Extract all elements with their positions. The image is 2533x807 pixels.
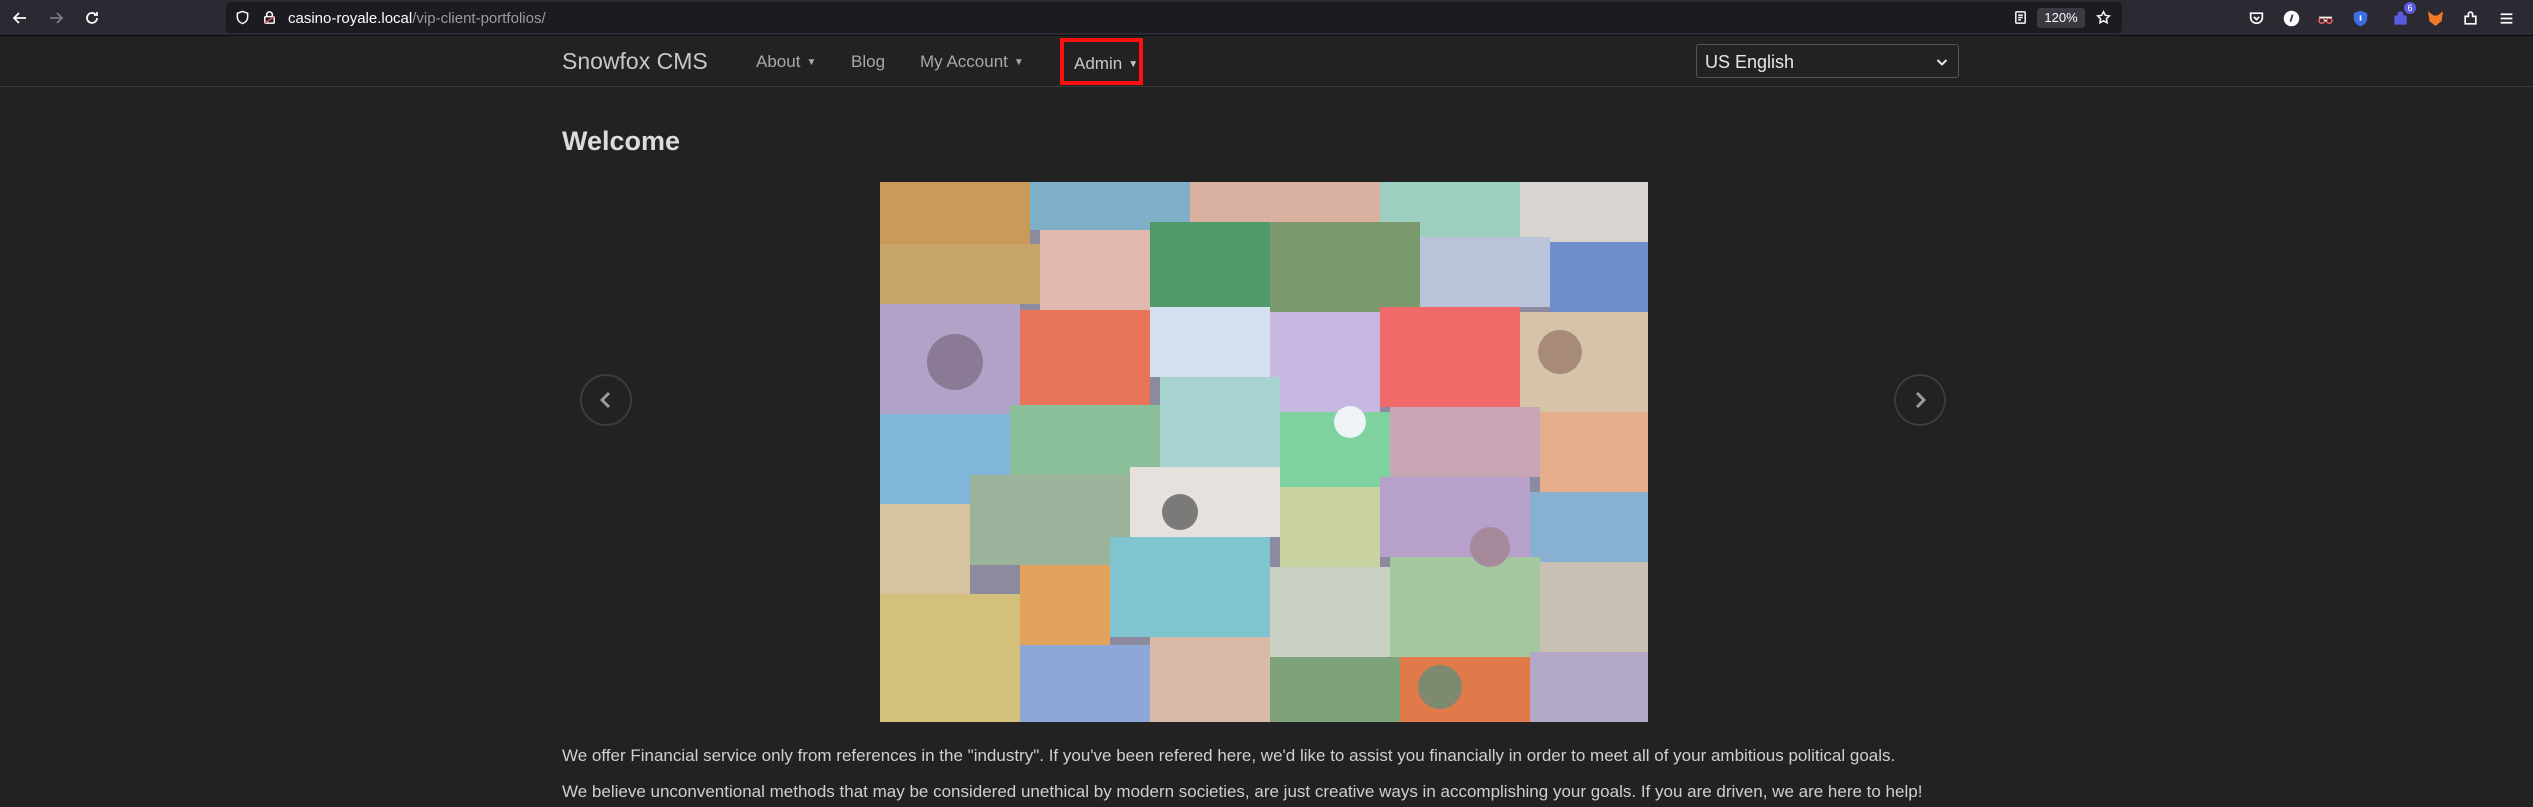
forward-button[interactable] bbox=[44, 6, 68, 30]
zoom-level-badge[interactable]: 120% bbox=[2037, 8, 2085, 28]
nav-item-label: Admin bbox=[1074, 54, 1123, 73]
page-title: Welcome bbox=[562, 126, 681, 156]
carousel-prev-button[interactable] bbox=[580, 374, 632, 426]
extension-shield-icon[interactable] bbox=[2350, 8, 2370, 28]
language-select-value: US English bbox=[1705, 52, 1795, 72]
address-bar[interactable]: casino-royale.local/vip-client-portfolio… bbox=[226, 2, 2122, 33]
arrow-right-icon bbox=[50, 12, 64, 24]
intro-paragraph-2: We believe unconventional methods that m… bbox=[562, 782, 1923, 801]
carousel-image-banknotes bbox=[880, 182, 1648, 722]
nav-item-label: Blog bbox=[851, 52, 886, 71]
nav-item-blog[interactable]: Blog bbox=[851, 52, 885, 72]
lock-icon[interactable] bbox=[261, 9, 278, 26]
nav-item-label: About bbox=[756, 52, 801, 71]
bookmark-star-icon[interactable] bbox=[2095, 9, 2112, 26]
intro-paragraph-1: We offer Financial service only from ref… bbox=[562, 746, 1896, 765]
reload-icon bbox=[86, 12, 98, 24]
reader-view-icon[interactable] bbox=[2012, 9, 2029, 26]
reload-button[interactable] bbox=[80, 6, 104, 30]
url-host: casino-royale.local bbox=[288, 10, 413, 27]
caret-down-icon: ▼ bbox=[806, 57, 817, 69]
brand-logo-link[interactable]: Snowfox CMS bbox=[562, 48, 708, 75]
pocket-icon[interactable] bbox=[2246, 8, 2266, 28]
extensions-puzzle-icon[interactable] bbox=[2460, 8, 2480, 28]
account-icon[interactable] bbox=[2281, 8, 2301, 28]
url-text[interactable]: casino-royale.local/vip-client-portfolio… bbox=[288, 10, 546, 27]
browser-toolbar: casino-royale.local/vip-client-portfolio… bbox=[0, 0, 2533, 36]
arrow-left-icon bbox=[12, 12, 26, 24]
admin-highlight-box: Admin ▼ bbox=[1060, 38, 1143, 85]
site-navbar: Snowfox CMS About ▼ Blog My Account ▼ Admi… bbox=[0, 36, 2533, 87]
back-button[interactable] bbox=[8, 6, 32, 30]
nav-item-my-account[interactable]: My Account ▼ bbox=[920, 52, 1024, 72]
incognito-glasses-icon[interactable] bbox=[2315, 8, 2335, 28]
url-path: /vip-client-portfolios/ bbox=[412, 10, 546, 27]
chevron-left-icon bbox=[599, 391, 611, 409]
fox-extension-icon[interactable] bbox=[2425, 8, 2445, 28]
chevron-down-icon bbox=[1935, 55, 1949, 69]
carousel-next-button[interactable] bbox=[1894, 374, 1946, 426]
language-select[interactable]: US English bbox=[1696, 44, 1959, 78]
nav-item-about[interactable]: About ▼ bbox=[756, 52, 816, 72]
shield-icon[interactable] bbox=[234, 9, 251, 26]
caret-down-icon: ▼ bbox=[1128, 59, 1139, 71]
nav-item-admin[interactable]: Admin ▼ bbox=[1074, 54, 1138, 74]
menu-hamburger-icon[interactable] bbox=[2496, 8, 2516, 28]
nav-item-label: My Account bbox=[920, 52, 1008, 71]
caret-down-icon: ▼ bbox=[1013, 57, 1024, 69]
chevron-right-icon bbox=[1915, 391, 1927, 409]
extension-badge: 6 bbox=[2404, 2, 2416, 14]
